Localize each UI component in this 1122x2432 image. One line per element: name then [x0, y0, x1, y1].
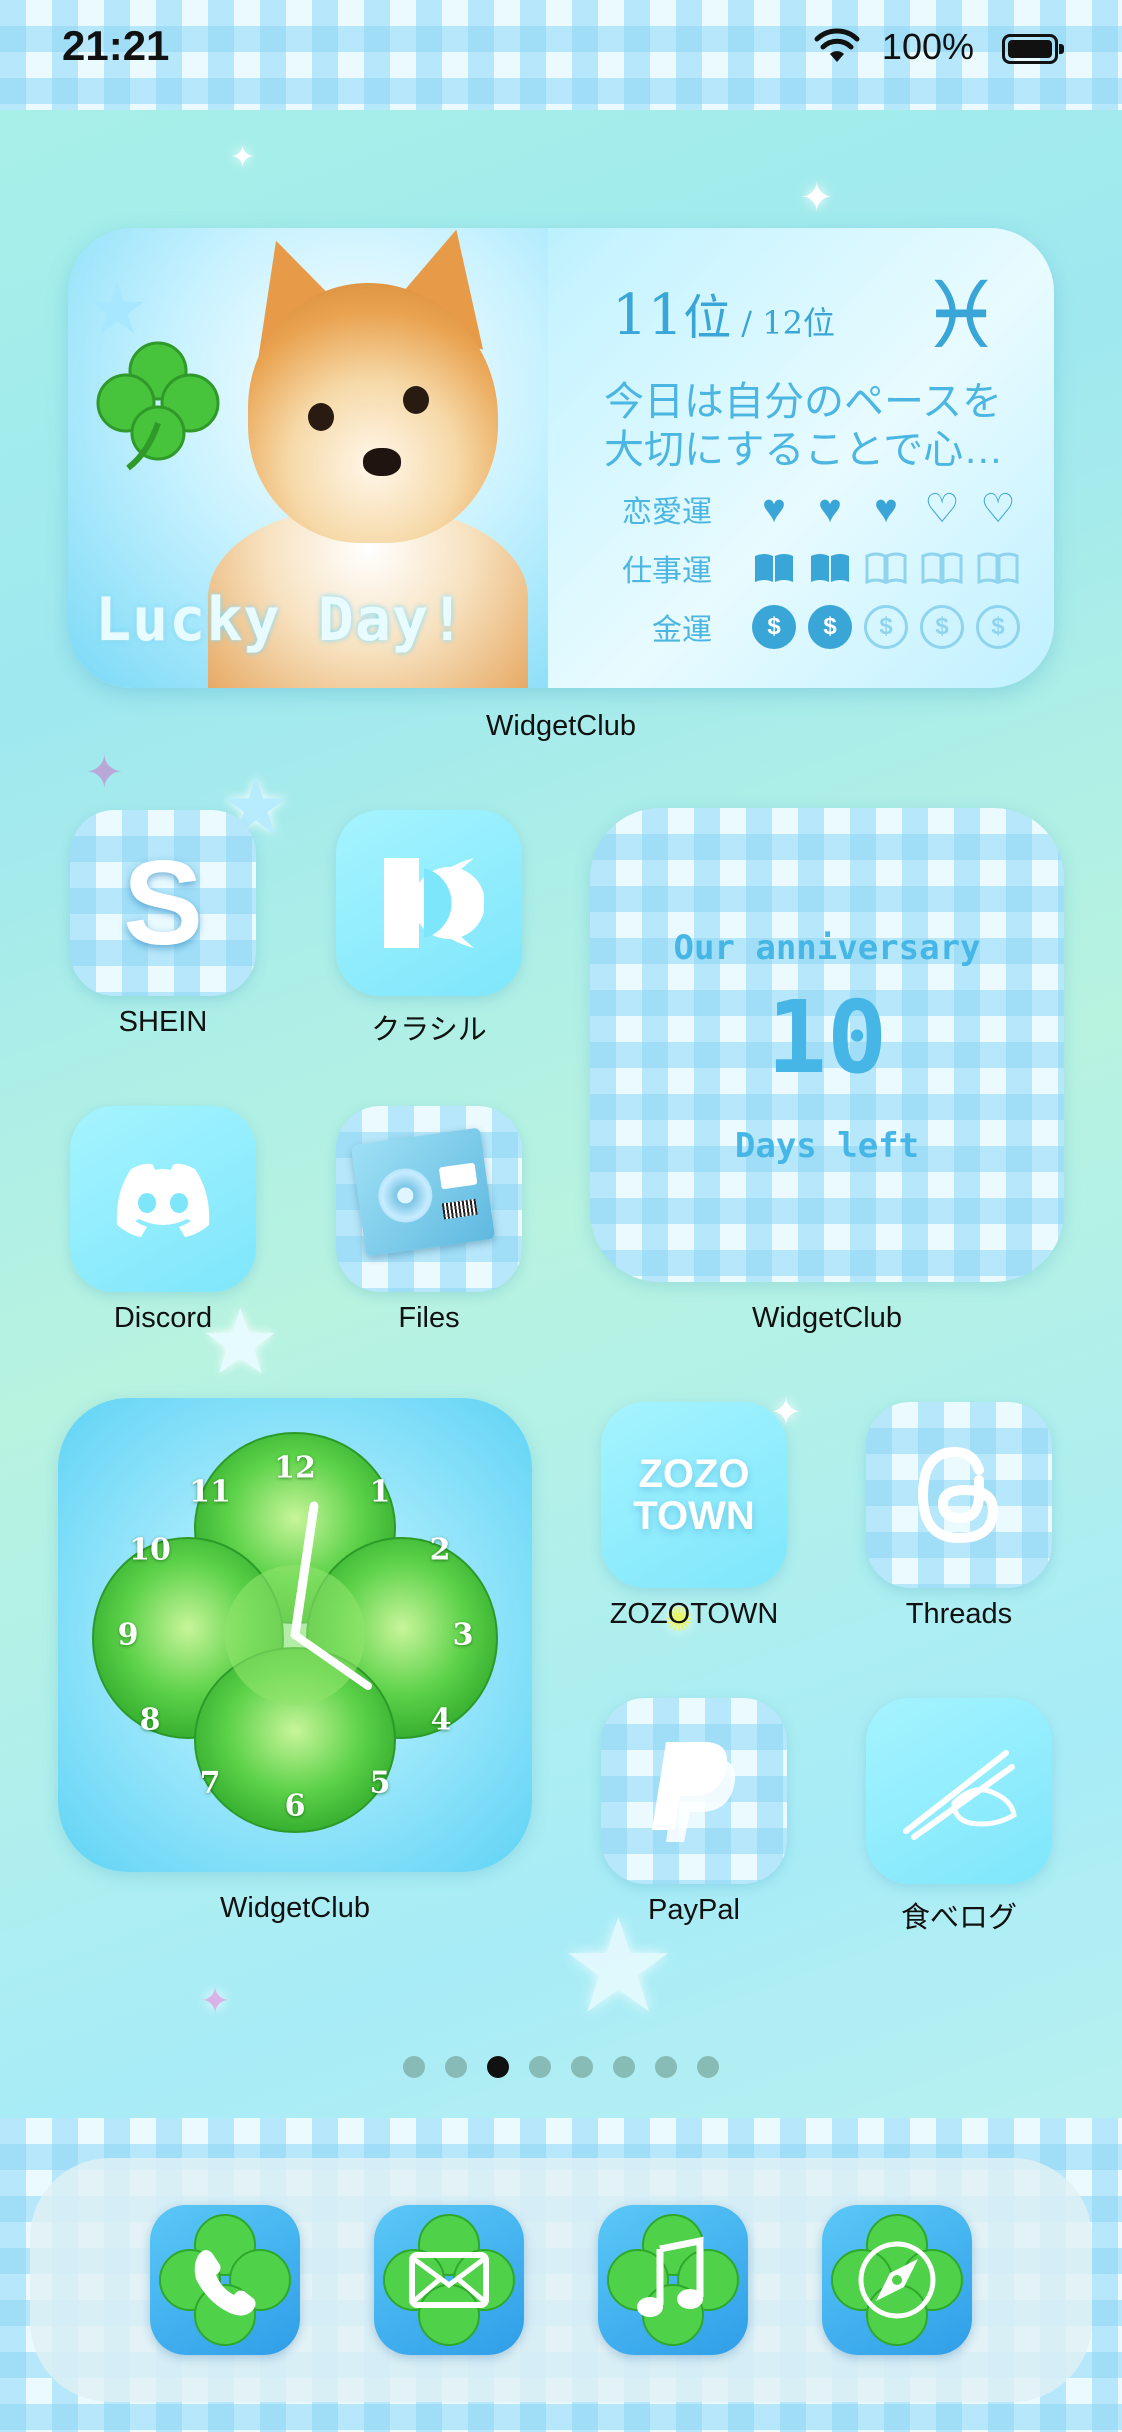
book-icon [752, 546, 796, 590]
coin-outline-icon: $ [920, 605, 964, 649]
app-label-zozotown: ZOZOTOWN [609, 1598, 779, 1630]
sparkle-icon: ✦ [85, 746, 124, 798]
page-dot[interactable] [655, 2056, 677, 2078]
clock-number: 7 [199, 1765, 221, 1801]
heart-icon: ♥ [818, 487, 842, 531]
phone-icon [159, 2214, 291, 2346]
paypal-app-icon[interactable] [601, 1698, 787, 1884]
rank-total: / 12位 [741, 304, 835, 342]
clover-icon [96, 341, 220, 471]
widget-label: WidgetClub [486, 710, 636, 742]
app-label-tabelog: 食べログ [900, 1902, 1017, 1934]
fortune-message: 今日は自分のペースを大切にすることで心… [604, 380, 1004, 472]
chopsticks-hand-icon [903, 1750, 1017, 1840]
fortune-row-money: 金運 $ $ $ $ $ [612, 602, 1020, 652]
clock-number: 11 [189, 1474, 231, 1510]
book-outline-icon [920, 546, 964, 590]
book-outline-icon [864, 546, 908, 590]
discord-app-icon[interactable] [70, 1106, 256, 1292]
files-app-icon[interactable] [336, 1106, 522, 1292]
compass-icon [831, 2214, 963, 2346]
page-indicator[interactable] [0, 2056, 1122, 2078]
lucky-day-banner: Lucky Day! [95, 585, 467, 655]
clock-number: 1 [369, 1474, 391, 1510]
coin-icon: $ [808, 605, 852, 649]
coin-icon: $ [752, 605, 796, 649]
widget-label: WidgetClub [752, 1302, 902, 1334]
app-label-files: Files [398, 1302, 460, 1334]
shein-logo-icon: S [122, 836, 204, 970]
rank-number: 11 [612, 283, 684, 348]
tabelog-app-icon[interactable] [866, 1698, 1052, 1884]
page-dot[interactable] [571, 2056, 593, 2078]
page-dot-active[interactable] [487, 2056, 509, 2078]
app-label-paypal: PayPal [648, 1894, 740, 1926]
fortune-row-label: 金運 [652, 614, 712, 647]
coin-outline-icon: $ [864, 605, 908, 649]
fortune-row-label: 仕事運 [622, 555, 712, 588]
wifi-icon [814, 28, 860, 62]
heart-icon: ♥ [874, 487, 898, 531]
kurashiru-logo-icon [384, 858, 484, 948]
clock-number: 12 [274, 1450, 316, 1486]
battery-percentage: 100% [881, 26, 974, 67]
page-dot[interactable] [613, 2056, 635, 2078]
mail-icon [383, 2214, 515, 2346]
pisces-icon: ♓ [920, 265, 1003, 367]
fortune-row-work: 仕事運 [612, 543, 1020, 593]
clock-number: 6 [284, 1788, 306, 1824]
widget-label: WidgetClub [220, 1892, 370, 1924]
clock-number: 9 [117, 1617, 139, 1653]
clock-number: 10 [129, 1532, 171, 1568]
mail-app-icon[interactable] [374, 2205, 524, 2355]
heart-outline-icon: ♡ [924, 487, 960, 531]
heart-outline-icon: ♡ [980, 487, 1016, 531]
threads-app-icon[interactable] [866, 1402, 1052, 1588]
app-label-threads: Threads [905, 1598, 1013, 1630]
disk-icon [350, 1127, 496, 1257]
paypal-logo-icon [652, 1742, 736, 1842]
app-label-discord: Discord [113, 1302, 213, 1334]
page-dot[interactable] [403, 2056, 425, 2078]
heart-icon: ♥ [762, 487, 786, 531]
threads-logo-icon [917, 1446, 999, 1544]
sparkle-icon: ✦ [200, 1980, 231, 2021]
clock-number: 5 [369, 1765, 391, 1801]
fortune-row-label: 恋愛運 [622, 496, 712, 529]
book-icon [808, 546, 852, 590]
shein-app-icon[interactable]: S [70, 810, 256, 996]
coin-outline-icon: $ [976, 605, 1020, 649]
fortune-row-love: 恋愛運 ♥ ♥ ♥ ♡ ♡ [612, 484, 1020, 534]
status-bar: 21:21 100% [0, 0, 1122, 110]
phone-app-icon[interactable] [150, 2205, 300, 2355]
discord-logo-icon [116, 1163, 210, 1237]
kurashiru-app-icon[interactable] [336, 810, 522, 996]
music-app-icon[interactable] [598, 2205, 748, 2355]
sparkle-icon: ✦ [230, 141, 256, 174]
zozotown-logo: ZOZO TOWN [633, 1452, 755, 1538]
status-time: 21:21 [62, 22, 170, 69]
battery-icon [1002, 34, 1064, 64]
clock-number: 4 [430, 1702, 452, 1738]
page-dot[interactable] [445, 2056, 467, 2078]
app-label-shein: SHEIN [118, 1006, 208, 1038]
sparkle-icon: ✦ [800, 176, 834, 220]
page-dot[interactable] [529, 2056, 551, 2078]
anniversary-subtitle: Days left [734, 1126, 920, 1166]
clock-number: 3 [452, 1617, 474, 1653]
clock-number: 2 [429, 1532, 451, 1568]
anniversary-widget[interactable]: Our anniversary 10 Days left [590, 808, 1064, 1282]
page-dot[interactable] [697, 2056, 719, 2078]
anniversary-title: Our anniversary [673, 928, 981, 968]
clock-widget[interactable]: 12 1 2 3 4 5 6 7 8 9 10 11 [58, 1398, 532, 1872]
clock-number: 8 [139, 1702, 161, 1738]
zozotown-app-icon[interactable]: ZOZO TOWN [601, 1402, 787, 1588]
music-icon [607, 2214, 739, 2346]
book-outline-icon [976, 546, 1020, 590]
safari-app-icon[interactable] [822, 2205, 972, 2355]
app-label-kurashiru: クラシル [371, 1014, 487, 1046]
rank-unit: 位 [683, 290, 732, 346]
fortune-rank: 11位/ 12位 [612, 278, 835, 348]
anniversary-days: 10 [766, 979, 888, 1096]
